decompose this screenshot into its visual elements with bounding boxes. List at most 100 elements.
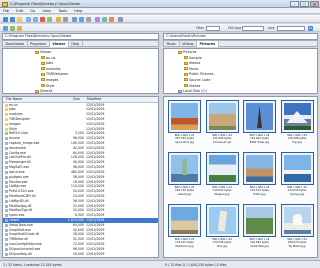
filetype-combo[interactable] xyxy=(242,25,264,31)
left-file-list[interactable]: File Name Size Modified en-us 12/01/2009 J… xyxy=(2,96,159,258)
tab-videos[interactable]: Videos xyxy=(180,41,197,47)
back-icon[interactable] xyxy=(3,16,8,22)
menu-help[interactable]: Help xyxy=(71,8,85,14)
folder-icon xyxy=(4,122,8,126)
copy-icon[interactable] xyxy=(26,16,31,22)
file-icon xyxy=(4,209,8,213)
delete-icon[interactable] xyxy=(40,16,45,22)
folder-icon xyxy=(184,72,188,76)
thumbnail-filename: Eiffel Tower.jpg xyxy=(249,140,270,144)
left-address-field[interactable]: C:\Program Files\Directory Opus\Viewer xyxy=(2,33,159,40)
folder-icon xyxy=(4,127,8,131)
thumbnail-image[interactable] xyxy=(168,152,201,185)
thumbnail-item[interactable]: 800 x 600 x 24 178,220 bytes Parthenon.jpg xyxy=(168,204,201,253)
thumbnail-image[interactable] xyxy=(168,100,201,133)
thumbnail-image[interactable] xyxy=(280,100,314,133)
layout-icon[interactable] xyxy=(3,25,8,31)
window-title: C:\Program Files\Directory Opus\Viewer xyxy=(10,1,81,6)
file-row[interactable]: DOpusHelp.dll 16,000 12/01/2009 xyxy=(3,252,158,257)
details-icon[interactable] xyxy=(86,16,91,22)
thumbnail-item[interactable]: 800 x 600 x 24 141,946 bytes Colosseum.gif xyxy=(205,100,239,149)
thumbnail-image[interactable] xyxy=(243,152,276,185)
thumbnail-item[interactable]: 800 x 600 x 24 143,018 bytes Sydney.jpg xyxy=(280,152,314,201)
tab-downloads[interactable]: Downloads xyxy=(3,41,28,47)
settings-icon[interactable] xyxy=(118,16,123,22)
find-icon[interactable] xyxy=(95,16,100,22)
file-icon xyxy=(4,151,8,155)
thumbnail-image[interactable] xyxy=(243,100,276,133)
filter-label: Filter xyxy=(196,25,204,30)
view-mode-icon[interactable] xyxy=(72,16,77,22)
properties-icon[interactable] xyxy=(63,16,68,22)
thumbnail-item[interactable]: 800 x 600 x 24 136,288 bytes Fuji.jpg xyxy=(280,100,314,149)
tab-music[interactable]: Music xyxy=(164,41,180,47)
thumbnail-image[interactable] xyxy=(280,204,314,237)
menu-tools[interactable]: Tools xyxy=(55,8,70,14)
thumbnail-item[interactable]: 800 x 600 x 24 119,843 bytes Niagara.jpg xyxy=(205,152,239,201)
dual-pane-icon[interactable] xyxy=(10,25,15,31)
thumbnail-caption: 800 x 600 x 24 187,334 bytes Ayers Rock.jp… xyxy=(168,134,201,144)
new-folder-icon[interactable] xyxy=(56,16,61,22)
thumbnail-item[interactable]: 800 x 600 x 24 126,994 bytes Great Wall.jp… xyxy=(243,204,276,253)
thumbnail-item[interactable]: 800 x 600 x 24 130,508 bytes Pisa.jpg xyxy=(205,204,239,253)
file-icon xyxy=(4,223,8,227)
tab-pictures[interactable]: Pictures xyxy=(196,41,219,47)
thumbnail-filename: Great Wall.jpg xyxy=(250,244,269,248)
thumbnail-caption: 800 x 600 x 24 119,843 bytes Niagara.jpg xyxy=(206,186,239,196)
tab-help[interactable]: Help xyxy=(69,41,83,47)
maximize-button[interactable]: □ xyxy=(300,0,309,7)
thumbnail-item[interactable]: 800 x 600 x 24 154,002 bytes Eiffel Tower.… xyxy=(243,100,276,149)
ftp-icon[interactable] xyxy=(109,16,114,22)
thumbnail-pane[interactable]: 800 x 600 x 24 187,334 bytes Ayers Rock.jp… xyxy=(163,96,318,258)
thumbnails-icon[interactable] xyxy=(79,16,84,22)
filter-combo[interactable] xyxy=(206,25,220,31)
file-icon xyxy=(4,146,8,150)
menu-file[interactable]: File xyxy=(0,8,12,14)
thumbnail-item[interactable]: 800 x 600 x 24 152,512 bytes Rialto.jpg xyxy=(243,152,276,201)
folder-icon xyxy=(41,56,45,60)
thumbnail-caption: 800 x 600 x 24 136,288 bytes Fuji.jpg xyxy=(281,134,314,144)
status-bar: 1 / 32 items 1 selected 12,345 bytes 0 /… xyxy=(0,260,320,268)
folder-icon xyxy=(184,56,188,60)
rename-icon[interactable] xyxy=(47,16,52,22)
thumbnail-image[interactable] xyxy=(280,152,314,185)
thumbnail-item[interactable]: 800 x 600 x 24 164,750 bytes Liberty.jpg xyxy=(168,152,201,201)
thumbnail-item[interactable]: 800 x 600 x 24 187,334 bytes Ayers Rock.jp… xyxy=(168,100,201,149)
tab-viewer[interactable]: Viewer xyxy=(49,41,69,47)
folder-icon xyxy=(4,108,8,112)
left-status-text: 1 / 32 items 1 selected 12,345 bytes xyxy=(3,262,62,267)
sync-icon[interactable] xyxy=(102,16,107,22)
folder-icon xyxy=(41,72,45,76)
file-icon xyxy=(4,228,8,232)
right-folder-tree[interactable]: Pictures Sample Videos Music Public Pict… xyxy=(163,48,318,94)
menu-view[interactable]: View xyxy=(39,8,54,14)
thumbnail-caption: 800 x 600 x 24 178,220 bytes Parthenon.jpg xyxy=(168,238,201,248)
tab-programs[interactable]: Programs xyxy=(28,41,50,47)
thumbnail-image[interactable] xyxy=(243,204,276,237)
menu-edit[interactable]: Edit xyxy=(13,8,26,14)
forward-icon[interactable] xyxy=(10,16,15,22)
tree-item[interactable]: Local Disk (C:) xyxy=(164,89,317,93)
close-button[interactable]: ✕ xyxy=(310,0,319,7)
tree-icon[interactable] xyxy=(17,25,22,31)
move-icon[interactable] xyxy=(33,16,38,22)
parent-folder-icon[interactable] xyxy=(17,16,22,22)
thumbnail-image[interactable] xyxy=(205,204,239,237)
filter-toolbar: Filter File type Size Go xyxy=(0,24,320,32)
thumbnail-image[interactable] xyxy=(168,204,201,237)
go-button[interactable]: Go xyxy=(308,25,313,31)
right-address-field[interactable]: C:\Users\Public\Pictures xyxy=(163,33,318,40)
file-icon xyxy=(4,142,8,145)
thumbnail-item[interactable]: 800 x 600 x 24 168,470 bytes Taj Mahal.jpg xyxy=(280,204,314,253)
tree-item[interactable]: DirectX xyxy=(3,89,158,93)
file-icon xyxy=(4,238,8,242)
file-icon xyxy=(4,247,8,251)
thumbnail-image[interactable] xyxy=(205,152,239,185)
thumbnail-image[interactable] xyxy=(205,100,239,133)
right-tab-bar: Music Videos Pictures xyxy=(163,40,318,47)
folder-icon xyxy=(35,89,39,93)
left-folder-tree[interactable]: Viewer en-us Jobs modules TDRDesigner Im… xyxy=(2,48,159,94)
menu-go[interactable]: Go xyxy=(27,8,38,14)
minimize-button[interactable]: – xyxy=(290,0,299,7)
size-combo[interactable] xyxy=(277,25,305,31)
